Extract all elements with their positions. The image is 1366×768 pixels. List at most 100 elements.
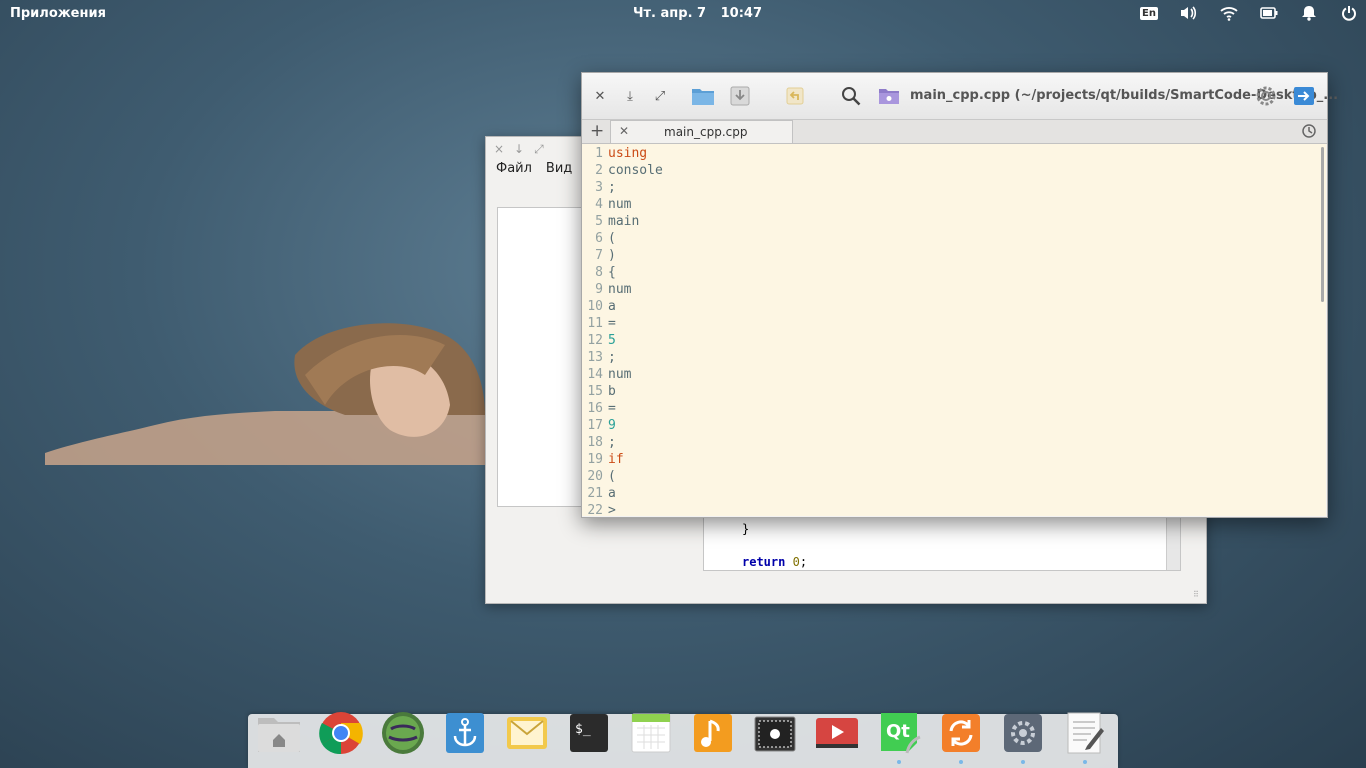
code-editor-area[interactable]: 1 using 2 console 3; 4 num 5 main 6(7) 8{9 num 10 a 11…	[582, 144, 1326, 516]
files-icon[interactable]	[256, 710, 302, 756]
wifi-icon[interactable]	[1220, 4, 1238, 22]
code-token: 5	[608, 333, 616, 348]
tab-close-icon[interactable]: ✕	[619, 124, 629, 138]
code-token: num	[608, 282, 632, 297]
code-line: 16 =	[582, 401, 1302, 418]
tor-browser-icon[interactable]	[380, 710, 426, 756]
code-token: >	[608, 503, 616, 516]
code-line: 13;	[582, 350, 1302, 367]
open-folder-icon[interactable]	[690, 85, 716, 107]
running-indicator	[897, 760, 901, 764]
background-window-controls: ×↓⤢	[494, 142, 554, 156]
svg-text:Qt: Qt	[886, 721, 910, 742]
keyword-return: return	[742, 555, 786, 569]
updater-icon[interactable]	[938, 710, 984, 764]
code-line: 4 num	[582, 197, 1302, 214]
code-line: 15 b	[582, 384, 1302, 401]
number-literal: 0	[792, 555, 800, 569]
code-token: if	[608, 452, 624, 467]
code-token: num	[608, 367, 632, 382]
background-left-pane[interactable]	[497, 207, 589, 507]
menu-file[interactable]: Файл	[496, 161, 532, 176]
running-indicator	[959, 760, 963, 764]
line-number: 7	[595, 248, 603, 263]
code-line: 7)	[582, 248, 1302, 265]
keyboard-layout-indicator[interactable]: En	[1140, 4, 1158, 22]
text-editor-icon[interactable]	[1062, 710, 1108, 764]
code-line: 19 if	[582, 452, 1302, 469]
terminal-icon[interactable]: $_	[566, 710, 612, 756]
resize-grip[interactable]: ⠿	[1193, 590, 1203, 600]
line-number: 4	[595, 197, 603, 212]
video-icon[interactable]	[814, 710, 860, 756]
line-number: 16	[587, 401, 603, 416]
background-code-view[interactable]: } return 0;	[703, 517, 1181, 571]
save-icon[interactable]	[729, 85, 751, 107]
line-number: 20	[587, 469, 603, 484]
line-number: 5	[595, 214, 603, 229]
line-number: 1	[595, 146, 603, 161]
line-number: 12	[587, 333, 603, 348]
code-line: 8{	[582, 265, 1302, 282]
code-token: ;	[608, 435, 616, 450]
semicolon: ;	[799, 555, 808, 569]
line-number: 2	[595, 163, 603, 178]
share-export-icon[interactable]	[1293, 85, 1315, 107]
line-number: 13	[587, 350, 603, 365]
battery-icon[interactable]	[1260, 4, 1278, 22]
background-scrollbar[interactable]	[1166, 518, 1180, 570]
editor-scrollbar[interactable]	[1321, 147, 1324, 302]
dock: $_ Qt	[248, 712, 1118, 768]
search-icon[interactable]	[840, 85, 862, 107]
screenshot-icon[interactable]	[752, 710, 798, 756]
line-number: 11	[587, 316, 603, 331]
code-token: using	[608, 146, 648, 161]
code-line: 10 a	[582, 299, 1302, 316]
code-line: 12 5	[582, 333, 1302, 350]
power-icon[interactable]	[1340, 4, 1358, 22]
tab-label: main_cpp.cpp	[664, 125, 748, 139]
code-token: console	[608, 163, 663, 178]
revert-icon[interactable]	[784, 85, 806, 107]
code-token: 9	[608, 418, 616, 433]
code-line: 9 num	[582, 282, 1302, 299]
wallpaper-figure	[45, 315, 485, 465]
line-number: 6	[595, 231, 603, 246]
code-line: 3;	[582, 180, 1302, 197]
applications-menu[interactable]: Приложения	[10, 6, 106, 21]
settings-icon[interactable]	[1000, 710, 1046, 764]
line-number: 21	[587, 486, 603, 501]
line-number: 15	[587, 384, 603, 399]
code-line: 1 using	[582, 146, 1302, 163]
close-icon[interactable]: ✕	[589, 85, 611, 107]
new-tab-button[interactable]: +	[590, 121, 604, 141]
anchor-app-icon[interactable]	[442, 710, 488, 756]
maximize-icon[interactable]: ⤢	[649, 85, 671, 107]
code-line: 14 num	[582, 367, 1302, 384]
line-number: 14	[587, 367, 603, 382]
clock[interactable]: Чт. апр. 7 10:47	[633, 6, 772, 21]
notification-bell-icon[interactable]	[1300, 4, 1318, 22]
code-token: {	[608, 265, 616, 280]
text-editor-window[interactable]: ✕ ⤓ ⤢ main_cpp.cpp (~/projects/qt/builds…	[581, 72, 1338, 518]
mail-icon[interactable]	[504, 710, 550, 756]
code-line: }	[742, 522, 750, 536]
tab-main-cpp[interactable]: ✕ main_cpp.cpp	[610, 120, 793, 143]
menu-view[interactable]: Вид	[546, 161, 572, 176]
running-indicator	[1021, 760, 1025, 764]
code-line: 17 9	[582, 418, 1302, 435]
gear-icon[interactable]	[1255, 85, 1277, 107]
code-line: 18;	[582, 435, 1302, 452]
running-indicator	[1083, 760, 1087, 764]
code-token: (	[608, 231, 616, 246]
qt-creator-icon[interactable]: Qt	[876, 710, 922, 764]
calendar-icon[interactable]	[628, 710, 674, 756]
minimize-icon[interactable]: ⤓	[619, 85, 641, 107]
history-icon[interactable]	[1301, 123, 1317, 143]
line-number: 19	[587, 452, 603, 467]
code-line: 21 a	[582, 486, 1302, 503]
music-icon[interactable]	[690, 710, 736, 756]
volume-icon[interactable]	[1180, 4, 1198, 22]
chrome-icon[interactable]	[318, 710, 364, 756]
code-line: 11 =	[582, 316, 1302, 333]
